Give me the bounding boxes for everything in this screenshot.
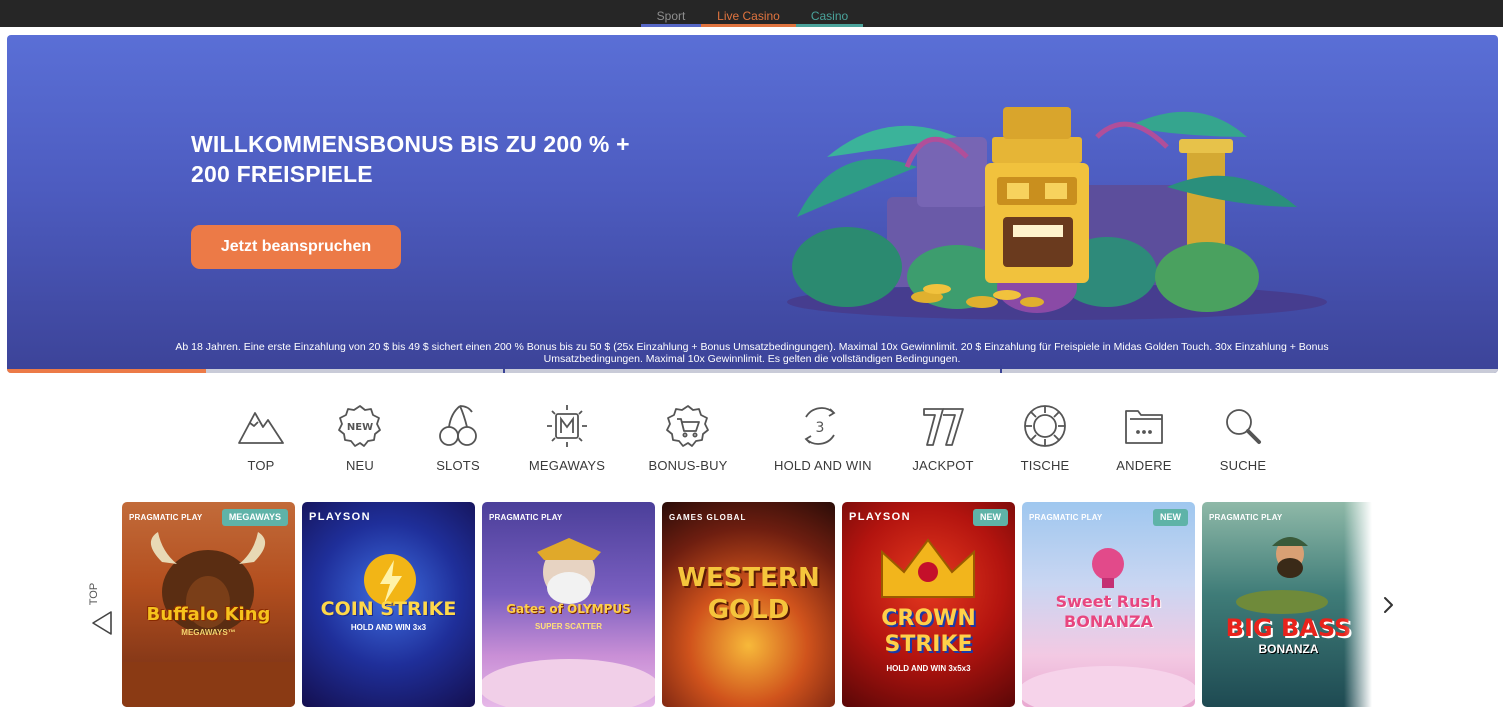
game-provider: PRAGMATIC PLAY <box>1209 513 1283 522</box>
chevron-right-icon <box>1384 597 1393 613</box>
game-card[interactable]: PRAGMATIC PLAY NEW Sweet Rush BONANZA <box>1022 502 1195 707</box>
game-badge: NEW <box>973 509 1008 526</box>
game-subtitle: HOLD AND WIN 3x3 <box>350 623 427 632</box>
product-nav: Sport Live Casino Casino <box>641 0 863 27</box>
carousel-next-button[interactable] <box>1378 592 1400 618</box>
slide-progress <box>7 365 1498 373</box>
tab-casino[interactable]: Casino <box>796 0 863 27</box>
category-jackpot[interactable]: JACKPOT <box>898 403 988 473</box>
category-label: BONUS-BUY <box>648 458 728 473</box>
game-title: Buffalo King <box>146 604 271 625</box>
category-bonus-buy[interactable]: BONUS-BUY <box>643 403 733 473</box>
category-megaways[interactable]: MEGAWAYS <box>522 403 612 473</box>
hero-banner[interactable]: WILLKOMMENSBONUS BIS ZU 200 % + 200 FREI… <box>7 35 1498 373</box>
top-bar: Sport Live Casino Casino <box>0 0 1503 27</box>
chip-icon <box>1024 405 1066 447</box>
game-badge: MEGAWAYS <box>221 509 288 526</box>
game-card[interactable]: GAMES GLOBAL WESTERN GOLD <box>662 502 835 707</box>
game-provider: PRAGMATIC PLAY <box>129 513 203 522</box>
tab-live-casino[interactable]: Live Casino <box>701 0 796 27</box>
category-label: TOP <box>247 458 275 473</box>
aztec-totem-illustration <box>787 107 1327 320</box>
bonus-disclaimer: Ab 18 Jahren. Eine erste Einzahlung von … <box>175 341 1329 365</box>
game-provider: PRAGMATIC PLAY <box>1029 513 1103 522</box>
category-top[interactable]: TOP <box>216 403 306 473</box>
category-hold-and-win[interactable]: 3 HOLD AND WIN <box>774 403 872 473</box>
scroll-to-top-button[interactable]: TOP <box>88 575 114 639</box>
search-icon <box>1226 409 1261 444</box>
crown-artwork <box>881 538 975 598</box>
category-new[interactable]: NEW NEU <box>315 403 405 473</box>
game-card[interactable]: PRAGMATIC PLAY MEGAWAYS Buffalo King MEG… <box>122 502 295 707</box>
hero-title-line-1: WILLKOMMENSBONUS BIS ZU 200 % + <box>191 131 630 157</box>
game-title: CROWN STRIKE <box>881 606 976 657</box>
category-slots[interactable]: SLOTS <box>413 403 503 473</box>
tab-sport[interactable]: Sport <box>641 0 701 27</box>
game-provider: PLAYSON <box>849 511 911 523</box>
hero-title: WILLKOMMENSBONUS BIS ZU 200 % + 200 FREI… <box>191 129 751 189</box>
mountain-icon <box>238 412 284 444</box>
claim-bonus-button[interactable]: Jetzt beanspruchen <box>191 225 401 269</box>
category-tables[interactable]: TISCHE <box>1000 403 1090 473</box>
hold-and-win-icon: 3 <box>804 407 836 445</box>
games-carousel: PRAGMATIC PLAY MEGAWAYS Buffalo King MEG… <box>122 502 1372 707</box>
svg-text:3: 3 <box>816 420 825 436</box>
game-subtitle: HOLD AND WIN 3x5x3 <box>886 664 971 673</box>
cherries-icon <box>439 405 477 446</box>
category-label: ANDERE <box>1116 458 1172 473</box>
megaways-icon <box>547 405 587 447</box>
folder-icon <box>1125 410 1163 444</box>
category-label: HOLD AND WIN <box>774 458 872 473</box>
category-label: JACKPOT <box>912 458 974 473</box>
game-subtitle: MEGAWAYS™ <box>181 628 236 637</box>
slide-divider <box>1000 365 1002 373</box>
game-card[interactable]: PLAYSON COIN STRIKE HOLD AND WIN 3x3 <box>302 502 475 707</box>
slide-progress-fill <box>7 369 206 373</box>
category-label: NEU <box>345 458 375 473</box>
game-badge: NEW <box>1153 509 1188 526</box>
category-label: TISCHE <box>1020 458 1070 473</box>
game-card[interactable]: PRAGMATIC PLAY Gates of OLYMPUS SUPER SC… <box>482 502 655 707</box>
scroll-to-top-label: TOP <box>88 582 100 606</box>
svg-text:NEW: NEW <box>347 422 373 433</box>
slide-divider <box>503 365 505 373</box>
category-label: SUCHE <box>1219 458 1267 473</box>
category-other[interactable]: ANDERE <box>1099 403 1189 473</box>
game-provider: GAMES GLOBAL <box>669 513 747 522</box>
seven-icon <box>923 408 964 446</box>
cart-badge-icon <box>666 405 709 447</box>
category-label: MEGAWAYS <box>528 458 606 473</box>
game-title: WESTERN GOLD <box>677 563 820 625</box>
game-title: COIN STRIKE <box>320 598 457 620</box>
game-title: Gates of OLYMPUS <box>506 602 631 616</box>
game-provider: PRAGMATIC PLAY <box>489 513 563 522</box>
category-label: SLOTS <box>436 458 480 473</box>
triangle-up-icon <box>92 611 112 635</box>
hero-title-line-2: 200 FREISPIELE <box>191 161 373 187</box>
carousel-fade <box>1344 502 1372 707</box>
new-badge-icon: NEW <box>338 405 381 447</box>
game-title: Sweet Rush BONANZA <box>1055 592 1162 631</box>
category-search[interactable]: SUCHE <box>1198 403 1288 473</box>
game-provider: PLAYSON <box>309 511 371 523</box>
game-subtitle: SUPER SCATTER <box>535 622 602 631</box>
game-card[interactable]: PLAYSON NEW CROWN STRIKE HOLD AND WIN 3x… <box>842 502 1015 707</box>
